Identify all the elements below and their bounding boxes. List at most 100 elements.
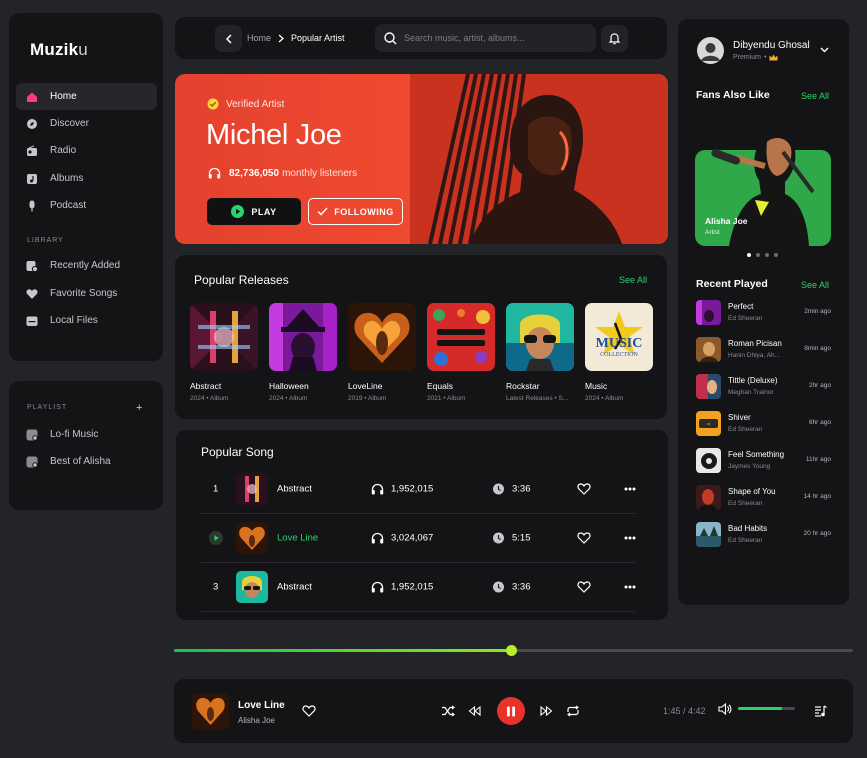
pause-button[interactable] bbox=[497, 697, 525, 725]
popular-song-title: Popular Song bbox=[201, 445, 274, 459]
search-input[interactable] bbox=[404, 33, 584, 43]
fan-artist-role: Artist bbox=[705, 229, 720, 236]
carousel-dot[interactable] bbox=[765, 253, 769, 257]
carousel-dot[interactable] bbox=[756, 253, 760, 257]
search-bar[interactable] bbox=[375, 24, 596, 52]
sidebar-item-label: Discover bbox=[50, 118, 89, 129]
queue-icon[interactable] bbox=[814, 705, 827, 717]
recent-item[interactable]: Roman Picisan Hanin Dhiya, Ah... 8min ag… bbox=[696, 337, 831, 365]
now-playing-artist: Alisha Joe bbox=[238, 716, 275, 725]
recent-item[interactable]: = Shiver Ed Sheeran 6hr ago bbox=[696, 411, 831, 439]
sidebar-item-label: Radio bbox=[50, 145, 77, 156]
release-cover bbox=[348, 303, 416, 371]
sidebar-item-albums[interactable]: Albums bbox=[16, 165, 157, 192]
sidebar-item-local-files[interactable]: Local Files bbox=[16, 307, 157, 334]
folder-icon bbox=[26, 315, 38, 327]
fans-see-all-link[interactable]: See All bbox=[801, 91, 829, 101]
previous-track-icon[interactable] bbox=[468, 706, 481, 716]
more-options-icon[interactable] bbox=[624, 536, 636, 540]
sidebar-item-label: Favorite Songs bbox=[50, 288, 118, 299]
releases-see-all-link[interactable]: See All bbox=[619, 275, 647, 285]
heart-outline-icon[interactable] bbox=[577, 483, 591, 495]
repeat-icon[interactable] bbox=[566, 705, 580, 717]
back-button[interactable] bbox=[215, 25, 242, 52]
release-meta: 2019 • Album bbox=[348, 395, 387, 402]
release-name: Music bbox=[585, 381, 608, 391]
more-options-icon[interactable] bbox=[624, 487, 636, 491]
next-track-icon[interactable] bbox=[540, 706, 553, 716]
recent-title: Tittle (Deluxe) bbox=[728, 376, 778, 385]
logo-text-tail: u bbox=[78, 40, 88, 59]
playback-progress-slider[interactable] bbox=[174, 645, 853, 656]
more-options-icon[interactable] bbox=[624, 585, 636, 589]
avatar[interactable] bbox=[697, 37, 724, 64]
monthly-listeners: 82,736,050 monthly listeners bbox=[208, 167, 357, 179]
sidebar-item-radio[interactable]: Radio bbox=[16, 137, 157, 164]
song-title: Abstract bbox=[277, 581, 312, 593]
bell-icon bbox=[608, 33, 621, 45]
headphones-icon bbox=[371, 483, 384, 495]
recent-item[interactable]: Shape of You Ed Sheeran 14 hr ago bbox=[696, 485, 831, 513]
volume-icon[interactable] bbox=[718, 703, 732, 715]
album-icon bbox=[26, 173, 38, 185]
sidebar-item-podcast[interactable]: Podcast bbox=[16, 192, 157, 219]
fan-artist-card[interactable]: Alisha Joe Artist bbox=[695, 118, 831, 246]
recent-time: 14 hr ago bbox=[803, 493, 831, 500]
carousel-dot[interactable] bbox=[774, 253, 778, 257]
notification-button[interactable] bbox=[601, 25, 628, 52]
following-button[interactable]: FOLLOWING bbox=[308, 198, 403, 225]
recent-item[interactable]: Feel Something Jaymes Young 11hr ago bbox=[696, 448, 831, 476]
app-logo[interactable]: Muziku bbox=[30, 40, 88, 60]
song-duration: 3:36 bbox=[512, 483, 531, 495]
recent-see-all-link[interactable]: See All bbox=[801, 280, 829, 290]
release-card[interactable]: Rockstar Latest Releases • S... bbox=[506, 303, 574, 402]
song-duration: 5:15 bbox=[512, 532, 531, 544]
release-name: LoveLine bbox=[348, 381, 383, 391]
sidebar-item-recently-added[interactable]: Recently Added bbox=[16, 252, 157, 279]
heart-outline-icon[interactable] bbox=[577, 581, 591, 593]
breadcrumb-home[interactable]: Home bbox=[247, 33, 271, 43]
sidebar-item-discover[interactable]: Discover bbox=[16, 110, 157, 137]
release-card[interactable]: Equals 2021 • Album bbox=[427, 303, 495, 402]
music-cover-text: MUSIC bbox=[596, 336, 643, 351]
like-heart-icon[interactable] bbox=[302, 705, 316, 717]
shuffle-icon[interactable] bbox=[441, 705, 455, 717]
carousel-dot-active[interactable] bbox=[747, 253, 751, 257]
sidebar-item-home[interactable]: Home bbox=[16, 83, 157, 110]
release-card[interactable]: Halloween 2024 • Album bbox=[269, 303, 337, 402]
add-playlist-button[interactable]: + bbox=[136, 402, 142, 414]
clock-icon bbox=[493, 532, 504, 544]
song-row[interactable]: 3 Abstract 1,952,015 3:36 bbox=[201, 563, 636, 612]
play-artist-button[interactable]: PLAY bbox=[207, 198, 301, 225]
recent-thumbnail: = bbox=[696, 411, 721, 436]
play-circle-icon bbox=[231, 205, 245, 218]
user-tier: Premium • bbox=[733, 54, 778, 61]
following-label: FOLLOWING bbox=[334, 206, 394, 217]
song-row-playing[interactable]: Love Line 3,024,067 5:15 bbox=[201, 514, 636, 563]
release-card[interactable]: LoveLine 2019 • Album bbox=[348, 303, 416, 402]
volume-slider[interactable] bbox=[738, 707, 795, 710]
recent-thumbnail bbox=[696, 448, 721, 473]
chevron-down-icon[interactable] bbox=[820, 47, 829, 53]
recent-item[interactable]: Tittle (Deluxe) Meghan Trainor 2hr ago bbox=[696, 374, 831, 402]
release-card[interactable]: MUSIC COLLECTION Music 2024 • Album bbox=[585, 303, 653, 402]
song-plays: 3,024,067 bbox=[391, 532, 434, 544]
user-tier-label: Premium bbox=[733, 54, 762, 61]
headphones-icon bbox=[371, 581, 384, 593]
playlist-item-lofi[interactable]: Lo-fi Music bbox=[16, 421, 157, 448]
clock-icon bbox=[493, 483, 504, 495]
sidebar-item-favorite-songs[interactable]: Favorite Songs bbox=[16, 280, 157, 307]
recent-artist: Ed Sheeran bbox=[728, 426, 763, 433]
home-icon bbox=[26, 91, 38, 103]
song-thumbnail bbox=[236, 522, 268, 554]
song-row[interactable]: 1 Abstract 1,952,015 3:36 bbox=[201, 465, 636, 514]
progress-handle[interactable] bbox=[506, 645, 518, 656]
recent-item[interactable]: Bad Habits Ed Sheeran 20 hr ago bbox=[696, 522, 831, 550]
listener-count: 82,736,050 bbox=[229, 167, 280, 179]
playlist-item-best-of-alisha[interactable]: Best of Alisha bbox=[16, 448, 157, 475]
heart-icon bbox=[26, 288, 38, 300]
recent-item[interactable]: Perfect Ed Sheeran 2min ago bbox=[696, 300, 831, 328]
recent-time: 2hr ago bbox=[808, 382, 831, 389]
heart-outline-icon[interactable] bbox=[577, 532, 591, 544]
release-card[interactable]: Abstract 2024 • Album bbox=[190, 303, 258, 402]
